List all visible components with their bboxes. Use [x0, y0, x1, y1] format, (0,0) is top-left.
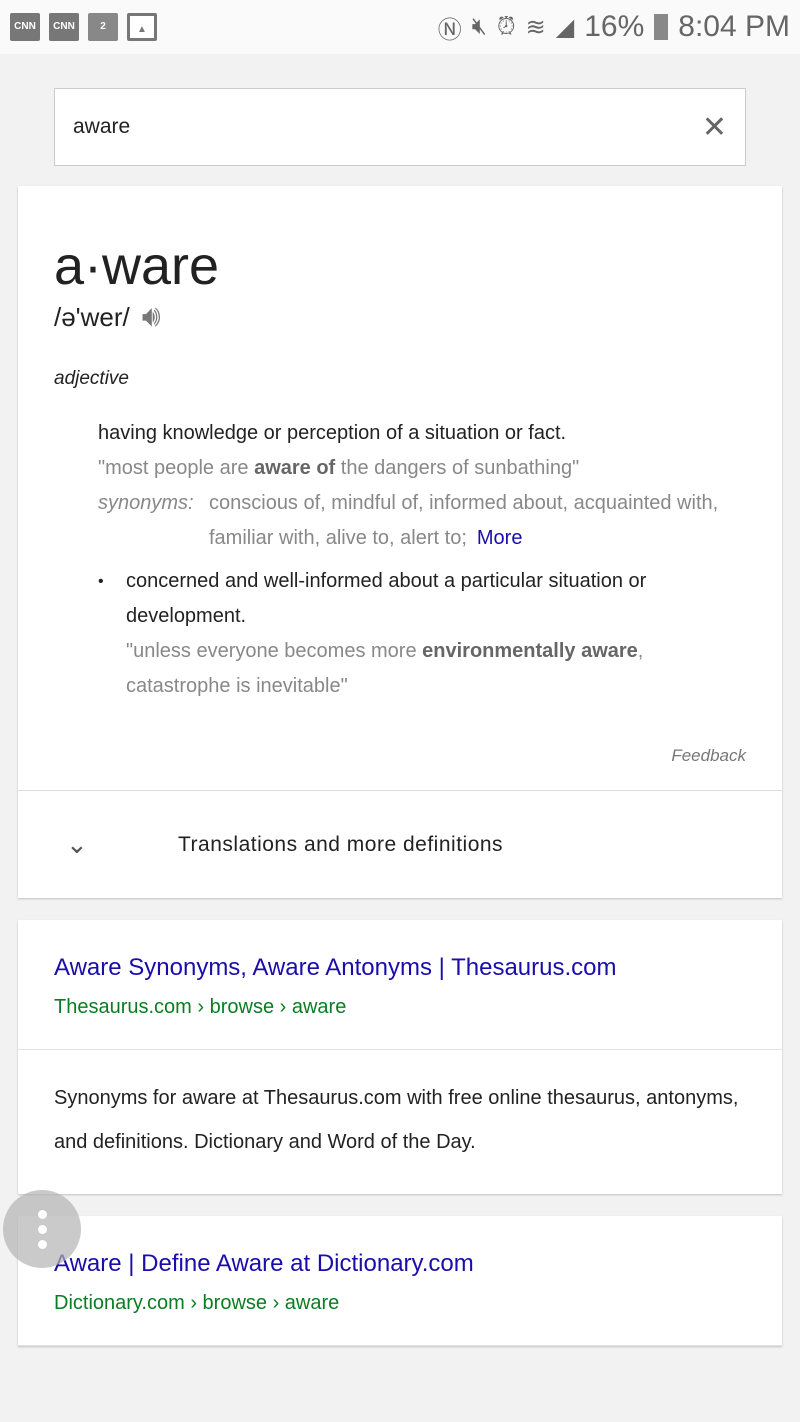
sense-2: • concerned and well-informed about a pa… — [98, 570, 647, 697]
pronunciation: /ə'wer/ — [54, 301, 130, 332]
chevron-down-icon: ⌄ — [66, 829, 89, 859]
result-url: Thesaurus.com › browse › aware — [54, 996, 347, 1018]
speaker-icon[interactable]: 🔊︎ — [142, 300, 161, 334]
alarm-icon: ⏰︎ — [496, 13, 516, 40]
search-result: Aware Synonyms, Aware Antonyms | Thesaur… — [18, 920, 782, 1194]
result-url: Dictionary.com › browse › aware — [54, 1292, 340, 1314]
search-result: Aware | Define Aware at Dictionary.com D… — [18, 1216, 782, 1346]
result-title-link[interactable]: Aware Synonyms, Aware Antonyms | Thesaur… — [54, 954, 746, 982]
image-icon: ▲ — [127, 13, 157, 41]
translations-expander[interactable]: ⌄ Translations and more definitions — [18, 790, 782, 898]
more-synonyms-link[interactable]: More — [477, 527, 523, 549]
battery-icon — [654, 14, 669, 40]
search-input[interactable]: aware ✕ — [54, 88, 746, 166]
search-value: aware — [73, 115, 131, 138]
example: "most people are aware of the dangers of… — [98, 457, 580, 479]
search-area: aware ✕ — [18, 54, 782, 186]
definition-text: having knowledge or perception of a situ… — [98, 422, 567, 444]
more-options-button[interactable] — [3, 1190, 81, 1268]
cnn-icon: CNN — [49, 13, 79, 41]
cnn-icon: CNN — [10, 13, 40, 41]
result-title-link[interactable]: Aware | Define Aware at Dictionary.com — [54, 1250, 746, 1278]
mute-icon: 🔇︎ — [471, 13, 487, 40]
channel-2-icon: 2 — [88, 13, 118, 41]
clock: 8:04 PM — [678, 10, 790, 43]
wifi-icon: ≋ — [525, 13, 546, 41]
clear-icon[interactable]: ✕ — [702, 110, 727, 145]
nfc-icon: Ⓝ — [437, 16, 462, 44]
headword: a·ware — [54, 236, 220, 296]
synonyms: synonyms: conscious of, mindful of, infor… — [98, 492, 719, 549]
battery-percent: 16% — [584, 10, 645, 43]
signal-icon: ◢ — [555, 13, 575, 41]
feedback-link[interactable]: Feedback — [54, 746, 746, 766]
result-snippet: Synonyms for aware at Thesaurus.com with… — [54, 1087, 739, 1153]
status-bar: CNN CNN 2 ▲ Ⓝ 🔇︎ ⏰︎ ≋ ◢ 16% 8:04 PM — [0, 0, 800, 54]
sense-1: having knowledge or perception of a situ… — [98, 416, 746, 704]
part-of-speech: adjective — [54, 368, 129, 389]
definition-card: a·ware /ə'wer/ 🔊︎ adjective having knowle… — [18, 186, 782, 898]
